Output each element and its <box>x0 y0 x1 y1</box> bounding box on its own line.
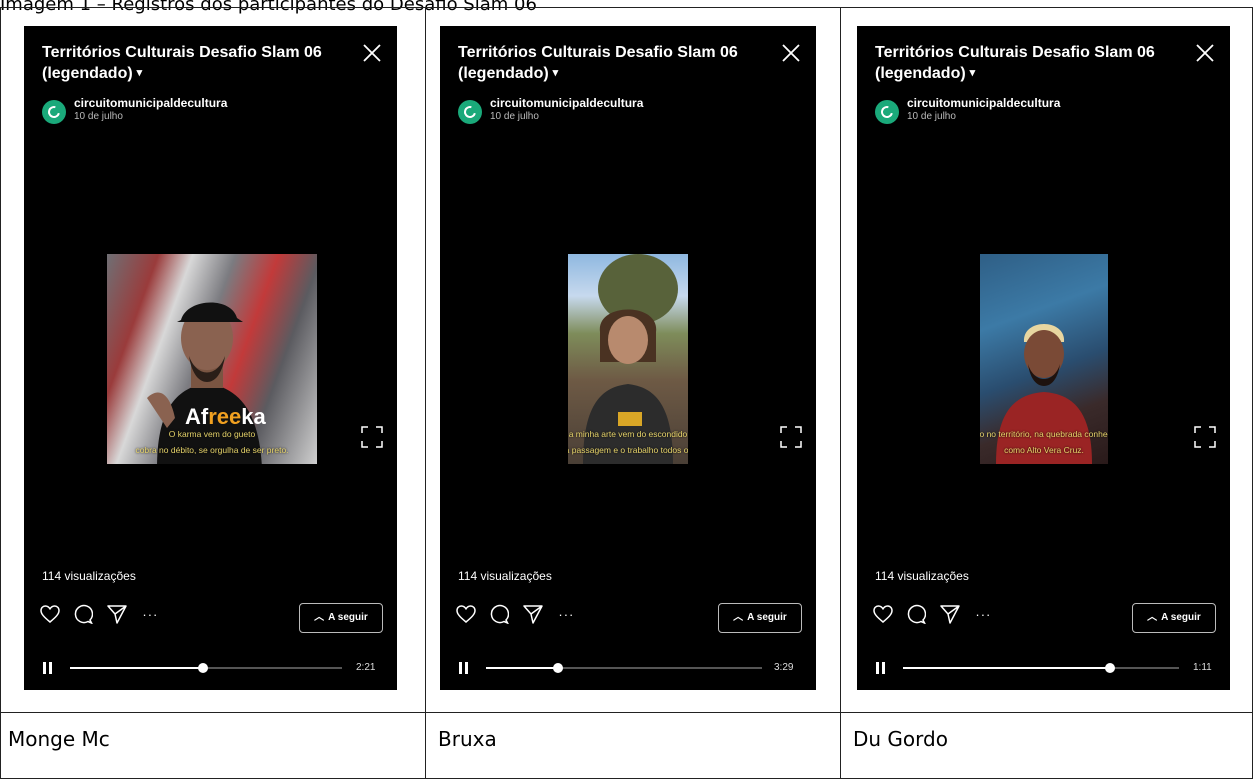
video-title: Territórios Culturais Desafio Slam 06 (l… <box>458 44 738 82</box>
progress-fill <box>486 667 558 669</box>
subtitle-line-2: como Alto Vera Cruz. <box>1004 445 1084 455</box>
send-icon[interactable] <box>107 604 127 624</box>
progress-bar[interactable] <box>486 663 762 673</box>
chevron-up-icon: ︿ <box>733 612 744 623</box>
time-remaining: 3:29 <box>774 662 794 673</box>
time-remaining: 1:11 <box>1193 662 1212 673</box>
video-frame[interactable]: Moro no território, na quebrada conhecid… <box>980 254 1108 464</box>
comment-icon[interactable] <box>73 604 94 624</box>
follow-button[interactable]: ︿ A seguir <box>299 603 383 633</box>
pause-icon[interactable] <box>875 662 887 674</box>
participant-name-3: Du Gordo <box>853 727 948 751</box>
post-date: 10 de julho <box>74 111 123 122</box>
video-title: Territórios Culturais Desafio Slam 06 (l… <box>875 44 1155 82</box>
progress-fill <box>903 667 1110 669</box>
video-screenshot-du-gordo: Territórios Culturais Desafio Slam 06 (l… <box>857 26 1230 690</box>
more-icon[interactable]: ··· <box>142 607 158 622</box>
participant-name-1: Monge Mc <box>8 727 110 751</box>
post-date: 10 de julho <box>907 111 956 122</box>
action-bar: ··· <box>40 604 158 630</box>
close-icon[interactable] <box>1194 42 1216 64</box>
more-icon[interactable]: ··· <box>558 607 574 622</box>
table-border-left <box>0 7 1 779</box>
progress-bar[interactable] <box>70 663 342 673</box>
progress-bar[interactable] <box>903 663 1179 673</box>
view-count: 114 visualizações <box>458 569 552 583</box>
table-divider-1 <box>425 7 426 779</box>
chevron-down-icon[interactable]: ▾ <box>553 67 559 79</box>
table-row-divider <box>0 712 1253 713</box>
view-count: 114 visualizações <box>875 569 969 583</box>
avatar[interactable] <box>875 100 899 124</box>
action-bar: ··· <box>873 604 991 630</box>
heart-icon[interactable] <box>456 605 476 623</box>
progress-handle[interactable] <box>552 663 563 673</box>
more-icon[interactable]: ··· <box>975 607 991 622</box>
subtitle-line-1: a minha arte vem do escondido <box>568 429 688 439</box>
comment-icon[interactable] <box>906 604 927 624</box>
avatar[interactable] <box>42 100 66 124</box>
video-screenshot-monge: Territórios Culturais Desafio Slam 06 (l… <box>24 26 397 690</box>
view-count: 114 visualizações <box>42 569 136 583</box>
heart-icon[interactable] <box>40 605 60 623</box>
follow-button[interactable]: ︿ A seguir <box>1132 603 1216 633</box>
fullscreen-icon[interactable] <box>780 426 802 448</box>
subtitle-line-2: cobra no débito, se orgulha de ser preto… <box>135 445 289 455</box>
table-divider-2 <box>840 7 841 779</box>
progress-handle[interactable] <box>1105 663 1115 673</box>
fullscreen-icon[interactable] <box>1194 426 1216 448</box>
close-icon[interactable] <box>780 42 802 64</box>
comment-icon[interactable] <box>489 604 510 624</box>
video-frame[interactable]: a minha arte vem do escondido entre a pa… <box>568 254 688 464</box>
account-name[interactable]: circuitomunicipaldecultura <box>74 96 227 110</box>
avatar[interactable] <box>458 100 482 124</box>
send-icon[interactable] <box>940 604 960 624</box>
action-bar: ··· <box>456 604 574 630</box>
fullscreen-icon[interactable] <box>361 426 383 448</box>
time-remaining: 2:21 <box>356 662 376 673</box>
video-title: Territórios Culturais Desafio Slam 06 (l… <box>42 44 322 82</box>
account-name[interactable]: circuitomunicipaldecultura <box>907 96 1060 110</box>
table-border-top <box>0 7 1253 8</box>
progress-fill <box>70 667 204 669</box>
chevron-down-icon[interactable]: ▾ <box>970 67 976 79</box>
subtitle-line-1: Moro no território, na quebrada conhecid… <box>980 429 1108 439</box>
pause-icon[interactable] <box>458 662 470 674</box>
progress-handle[interactable] <box>198 663 209 673</box>
subtitle-line-2: entre a passagem e o trabalho todos os d… <box>568 445 688 455</box>
pause-icon[interactable] <box>42 662 54 674</box>
chevron-up-icon: ︿ <box>1147 612 1158 623</box>
post-date: 10 de julho <box>490 111 539 122</box>
account-name[interactable]: circuitomunicipaldecultura <box>490 96 643 110</box>
video-screenshot-bruxa: Territórios Culturais Desafio Slam 06 (l… <box>440 26 816 690</box>
follow-button[interactable]: ︿ A seguir <box>718 603 802 633</box>
video-frame[interactable]: Afreeka O karma vem do gueto cobra no dé… <box>107 254 317 464</box>
subtitle-line-1: O karma vem do gueto <box>168 429 256 439</box>
chevron-down-icon[interactable]: ▾ <box>137 67 143 79</box>
participant-name-2: Bruxa <box>438 727 497 751</box>
heart-icon[interactable] <box>873 605 893 623</box>
send-icon[interactable] <box>523 604 543 624</box>
chevron-up-icon: ︿ <box>314 612 325 623</box>
close-icon[interactable] <box>361 42 383 64</box>
